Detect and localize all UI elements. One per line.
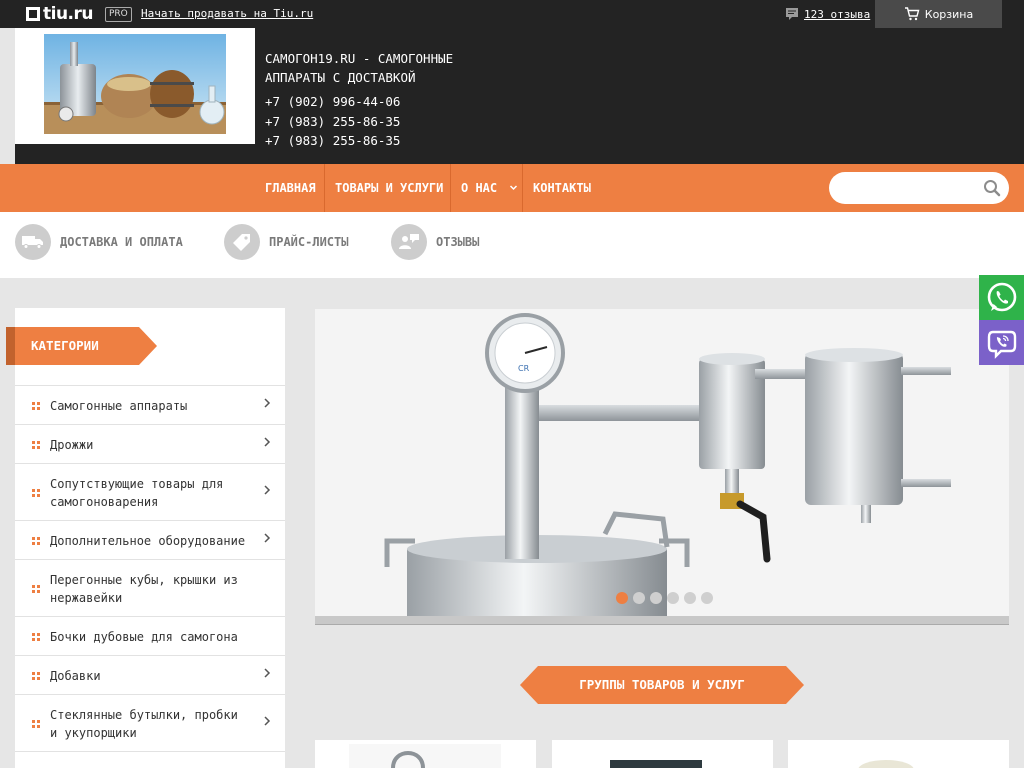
truck-icon <box>15 224 51 260</box>
category-item[interactable] <box>15 751 285 768</box>
viber-icon <box>987 330 1016 359</box>
groups-heading: Группы товаров и услуг <box>579 677 745 692</box>
slider-dot[interactable] <box>701 592 713 604</box>
chat-bubble-icon <box>786 8 798 20</box>
category-bullet-icon <box>32 671 40 680</box>
reviews-strip-link[interactable]: Отзывы <box>391 224 479 260</box>
category-bullet-icon <box>32 488 40 497</box>
site-title: САМОГОН19.RU - САМОГОННЫЕ АППАРАТЫ С ДОС… <box>265 51 454 85</box>
slider-dot[interactable] <box>667 592 679 604</box>
category-label: Дрожжи <box>50 437 94 452</box>
search-input[interactable] <box>843 178 973 198</box>
chevron-down-icon <box>510 185 518 191</box>
category-item[interactable]: Сопутствующие товары для самогоноварения <box>15 463 285 520</box>
product-group-image <box>858 760 914 768</box>
tag-icon <box>224 224 260 260</box>
cart-icon <box>904 7 920 21</box>
category-item[interactable]: Самогонные аппараты <box>15 385 285 424</box>
reviews-count: 123 отзыва <box>804 7 871 21</box>
logo-image <box>44 34 226 134</box>
nav-divider <box>522 164 523 212</box>
product-group-image <box>610 760 702 768</box>
product-group-card[interactable] <box>788 740 1009 768</box>
search-box <box>829 172 1009 204</box>
chevron-right-icon <box>263 484 271 498</box>
price-lists-label: Прайс-листы <box>269 235 349 249</box>
pro-badge: PRO <box>105 7 132 22</box>
phone-list: +7 (902) 996-44-06 +7 (983) 255-86-35 +7… <box>265 92 400 151</box>
nav-item-about-label: О нас <box>461 181 498 195</box>
delivery-link[interactable]: Доставка и оплата <box>15 224 183 260</box>
category-bullet-icon <box>32 719 40 728</box>
chevron-right-icon <box>263 436 271 450</box>
category-bullet-icon <box>32 632 40 641</box>
chevron-right-icon <box>263 715 271 729</box>
nav-item-home[interactable]: Главная <box>265 164 316 212</box>
reviews-link[interactable]: 123 отзыва <box>785 7 870 21</box>
nav-divider <box>450 164 451 212</box>
tiu-logo[interactable]: tiu.ru <box>26 3 94 25</box>
phone-number[interactable]: +7 (983) 255-86-35 <box>265 112 400 132</box>
nav-divider <box>324 164 325 212</box>
category-bullet-icon <box>32 536 40 545</box>
delivery-label: Доставка и оплата <box>60 235 183 249</box>
category-item[interactable]: Перегонные кубы, крышки из нержавейки <box>15 559 285 616</box>
reviews-icon <box>391 224 427 260</box>
reviews-strip-label: Отзывы <box>436 235 480 249</box>
category-item[interactable]: Дрожжи <box>15 424 285 463</box>
price-lists-link[interactable]: Прайс-листы <box>224 224 348 260</box>
product-group-card[interactable] <box>552 740 773 768</box>
whatsapp-button[interactable] <box>979 275 1024 320</box>
nav-item-about[interactable]: О нас <box>461 164 518 212</box>
slider-dot[interactable] <box>684 592 696 604</box>
start-selling-link[interactable]: Начать продавать на Tiu.ru <box>141 7 313 20</box>
category-item[interactable]: Бочки дубовые для самогона <box>15 616 285 655</box>
nav-item-contacts[interactable]: Контакты <box>533 164 591 212</box>
product-group-card[interactable] <box>315 740 536 768</box>
category-label: Добавки <box>50 668 101 683</box>
phone-number[interactable]: +7 (983) 255-86-35 <box>265 131 400 151</box>
search-icon[interactable] <box>983 179 1001 197</box>
tiu-logo-text: tiu.ru <box>43 4 94 24</box>
slider-bottom-bar <box>315 616 1009 625</box>
slider-dot[interactable] <box>650 592 662 604</box>
chevron-right-icon <box>263 397 271 411</box>
cart-label: Корзина <box>924 7 974 21</box>
hero-slider[interactable]: CR <box>315 309 1009 616</box>
categories-heading: Категории <box>31 338 99 353</box>
category-label: Стеклянные бутылки, пробки и укупорщики <box>50 707 238 740</box>
category-item[interactable]: Стеклянные бутылки, пробки и укупорщики <box>15 694 285 751</box>
category-bullet-icon <box>32 440 40 449</box>
category-bullet-icon <box>32 401 40 410</box>
product-group-image <box>349 744 501 768</box>
svg-text:CR: CR <box>518 364 530 373</box>
category-item[interactable]: Дополнительное оборудование <box>15 520 285 559</box>
category-label: Дополнительное оборудование <box>50 533 246 548</box>
slider-dot[interactable] <box>616 592 628 604</box>
category-label: Самогонные аппараты <box>50 398 188 413</box>
category-label: Перегонные кубы, крышки из нержавейки <box>50 572 238 605</box>
nav-item-products[interactable]: Товары и услуги <box>335 164 443 212</box>
chevron-right-icon <box>263 532 271 546</box>
category-item[interactable]: Добавки <box>15 655 285 694</box>
whatsapp-icon <box>987 282 1016 311</box>
slider-dot[interactable] <box>633 592 645 604</box>
category-bullet-icon <box>32 584 40 593</box>
viber-button[interactable] <box>979 320 1024 365</box>
chevron-right-icon <box>263 667 271 681</box>
category-label: Бочки дубовые для самогона <box>50 629 238 644</box>
site-logo[interactable] <box>15 28 255 144</box>
cart-button[interactable]: Корзина <box>875 0 1002 28</box>
phone-number[interactable]: +7 (902) 996-44-06 <box>265 92 400 112</box>
tiu-logo-icon <box>26 7 40 21</box>
slide-image: CR <box>315 309 1009 616</box>
category-label: Сопутствующие товары для самогоноварения <box>50 476 224 509</box>
